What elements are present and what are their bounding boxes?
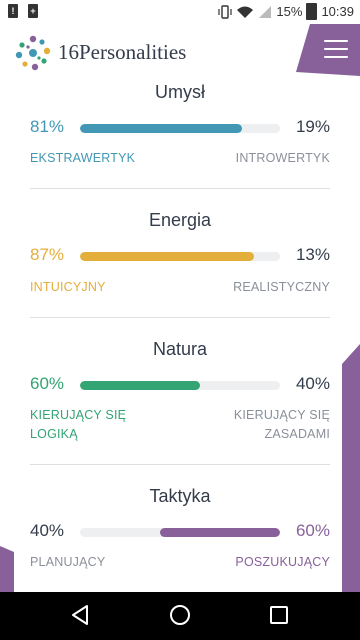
right-label-line: KIERUJĄCY SIĘ	[233, 408, 330, 422]
system-navigation-bar	[0, 592, 360, 640]
progress-fill	[80, 252, 254, 261]
divider	[30, 464, 330, 465]
decorative-purple-shape	[0, 546, 14, 594]
progress-track	[80, 124, 280, 133]
divider	[30, 317, 330, 318]
trait-title: Natura	[152, 339, 208, 359]
right-label: POSZUKUJĄCY	[235, 555, 330, 569]
trait-tactics: Taktyka	[0, 486, 360, 507]
right-percent: 19%	[295, 117, 330, 136]
trait-nature-bar-row: 60% 40%	[30, 374, 330, 396]
progress-fill	[80, 124, 242, 133]
left-label: PLANUJĄCY	[30, 555, 106, 569]
left-percent: 81%	[30, 117, 65, 136]
trait-energy: Energia	[0, 210, 360, 231]
trait-title: Umysł	[155, 82, 205, 102]
trait-mind: Umysł	[0, 82, 360, 103]
progress-track	[80, 528, 280, 537]
decorative-purple-shape	[342, 344, 360, 594]
left-label-line: KIERUJĄCY SIĘ	[30, 408, 127, 422]
progress-fill	[80, 381, 200, 390]
left-label: INTUICYJNY	[30, 280, 106, 294]
right-label: KIERUJĄCY SIĘ ZASADAMI	[234, 406, 330, 444]
battery-percent: 15%	[276, 4, 303, 19]
right-label: INTROWERTYK	[235, 151, 330, 165]
recent-apps-icon[interactable]	[268, 604, 290, 626]
progress-track	[80, 381, 280, 390]
progress-fill	[160, 528, 280, 537]
right-label: REALISTYCZNY	[233, 280, 330, 294]
progress-track	[80, 252, 280, 261]
logo-icon[interactable]	[14, 34, 52, 72]
left-label: EKSTRAWERTYK	[30, 151, 136, 165]
right-percent: 40%	[295, 374, 330, 393]
brand-name[interactable]: 16Personalities	[58, 40, 186, 65]
right-label-line: ZASADAMI	[264, 427, 330, 441]
right-percent: 60%	[295, 521, 330, 540]
trait-nature: Natura	[0, 339, 360, 360]
right-percent: 13%	[295, 245, 330, 264]
trait-mind-bar-row: 81% 19%	[30, 117, 330, 139]
status-bar: ! + 15% 10:39	[0, 0, 360, 24]
left-percent: 87%	[30, 245, 65, 264]
left-percent: 40%	[30, 521, 65, 540]
left-label: KIERUJĄCY SIĘ LOGIKĄ	[30, 406, 126, 444]
battery-saver-icon: +	[28, 4, 38, 18]
trait-title: Energia	[148, 210, 212, 230]
app-header: 16Personalities	[0, 24, 360, 84]
battery-icon	[306, 3, 318, 20]
trait-tactics-bar-row: 40% 60%	[30, 521, 330, 543]
home-icon[interactable]	[169, 604, 191, 626]
back-icon[interactable]	[70, 604, 90, 626]
vibrate-icon	[218, 4, 233, 19]
divider	[30, 188, 330, 189]
cell-signal-icon	[259, 5, 272, 18]
alert-notification-icon: !	[8, 4, 18, 18]
clock: 10:39	[321, 4, 354, 19]
trait-energy-bar-row: 87% 13%	[30, 245, 330, 267]
left-label-line: LOGIKĄ	[30, 427, 78, 441]
hamburger-menu-icon[interactable]	[324, 40, 348, 60]
left-percent: 60%	[30, 374, 65, 393]
trait-title: Taktyka	[149, 486, 211, 506]
wifi-icon	[237, 6, 254, 18]
